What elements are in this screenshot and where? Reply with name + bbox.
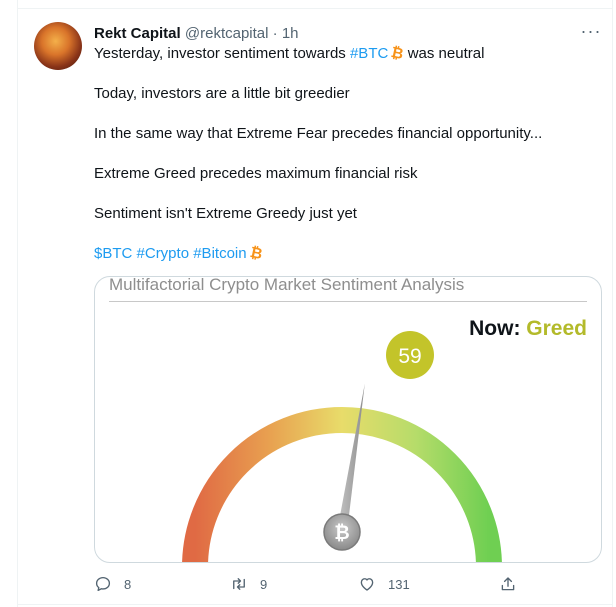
like-count: 131 bbox=[388, 576, 410, 592]
now-value: Greed bbox=[526, 317, 587, 340]
cashtag-btc-link[interactable]: $BTC bbox=[94, 245, 132, 262]
more-options-icon[interactable]: ··· bbox=[580, 22, 602, 44]
reply-button[interactable]: 8 bbox=[94, 573, 131, 595]
share-icon bbox=[501, 577, 515, 591]
gauge-needle bbox=[337, 383, 365, 533]
tweet-text-line-5: Sentiment isn't Extreme Greedy just yet bbox=[94, 205, 357, 222]
heart-icon bbox=[360, 578, 374, 591]
card-title: Multifactorial Crypto Market Sentiment A… bbox=[109, 276, 465, 294]
tweet-actions: 8 9 131 bbox=[94, 573, 600, 595]
bitcoin-emoji-icon: ₿ bbox=[248, 243, 264, 264]
now-label: Now: bbox=[469, 317, 521, 340]
tweet-divider-bottom bbox=[17, 604, 613, 605]
bitcoin-logo-icon: ₿ bbox=[334, 523, 349, 544]
retweet-button[interactable]: 9 bbox=[230, 573, 267, 595]
hashtag-crypto-link[interactable]: #Crypto bbox=[137, 245, 190, 262]
tweet-text: Yesterday, investor sentiment towards bbox=[94, 45, 350, 62]
like-button[interactable]: 131 bbox=[358, 573, 410, 595]
tweet-text-line-3: In the same way that Extreme Fear preced… bbox=[94, 125, 543, 142]
hashtag-btc-link[interactable]: #BTC bbox=[350, 45, 388, 62]
reply-count: 8 bbox=[124, 576, 132, 592]
sentiment-now: Now: Greed bbox=[469, 317, 587, 341]
author-handle[interactable]: @rektcapital bbox=[185, 25, 269, 42]
separator-dot: · bbox=[272, 25, 278, 42]
media-card[interactable]: ₿ 59 Multifactorial Crypto Market Sentim… bbox=[94, 276, 602, 563]
tweet-divider-top bbox=[17, 8, 613, 9]
timeline-border-left bbox=[17, 0, 18, 607]
tweet-text: was neutral bbox=[403, 45, 485, 62]
avatar[interactable] bbox=[34, 22, 82, 70]
tweet-text-line-1: Yesterday, investor sentiment towards #B… bbox=[94, 44, 484, 64]
card-divider bbox=[109, 301, 587, 302]
retweet-count: 9 bbox=[260, 576, 268, 592]
tweet-text-line-2: Today, investors are a little bit greedi… bbox=[94, 85, 350, 102]
retweet-icon bbox=[233, 578, 245, 590]
share-button[interactable] bbox=[499, 573, 517, 595]
hashtag-bitcoin-link[interactable]: #Bitcoin bbox=[193, 245, 246, 262]
author-name[interactable]: Rekt Capital bbox=[94, 25, 181, 42]
tweet-hashtags: $BTC #Crypto #Bitcoin₿ bbox=[94, 243, 264, 264]
reply-icon bbox=[95, 576, 111, 592]
tweet-timestamp[interactable]: 1h bbox=[282, 25, 299, 42]
tweet-text-line-4: Extreme Greed precedes maximum financial… bbox=[94, 165, 418, 182]
timeline-border-right bbox=[612, 0, 613, 607]
tweet-header: Rekt Capital @rektcapital · 1h bbox=[94, 24, 299, 44]
score-value: 59 bbox=[398, 345, 421, 368]
